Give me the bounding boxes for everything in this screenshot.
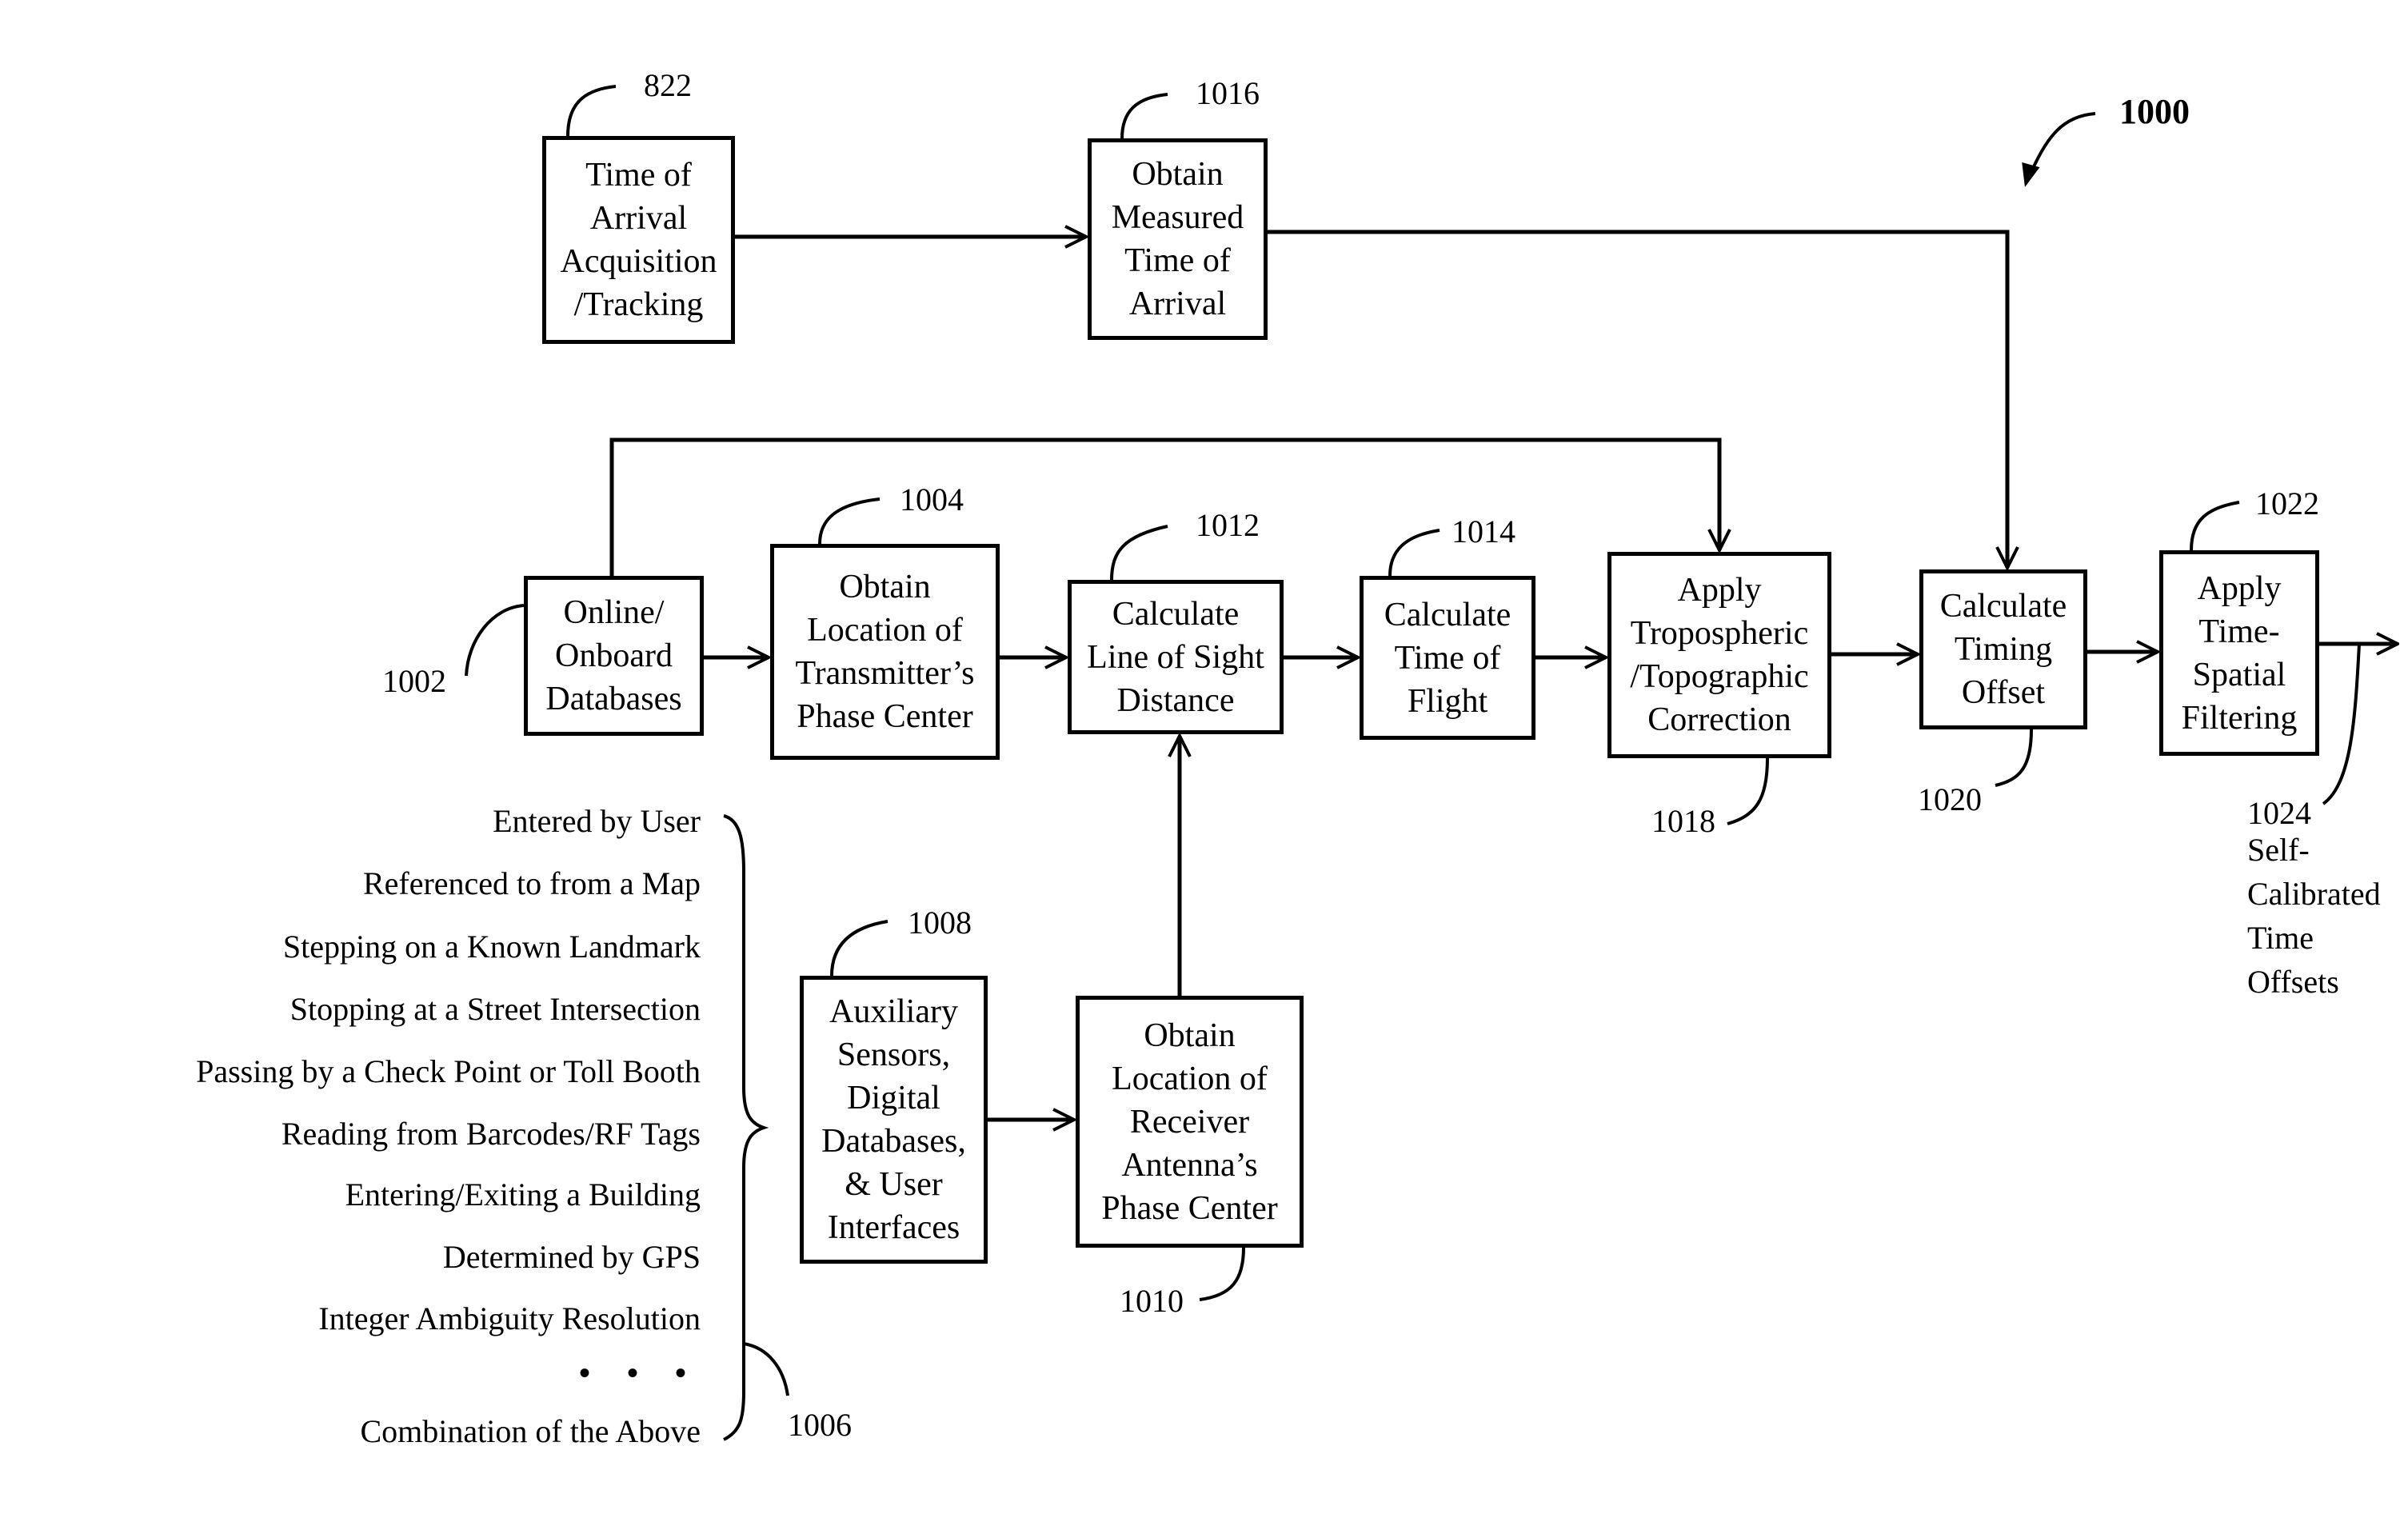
leader-1004 [818, 497, 881, 545]
box-toa-acquisition: Time of Arrival Acquisition /Tracking [542, 136, 735, 344]
box-receiver-location: Obtain Location of Receiver Antenna’s Ph… [1076, 996, 1304, 1248]
box-label: Obtain Location of Receiver Antenna’s Ph… [1101, 1017, 1278, 1227]
leader-1012 [1110, 525, 1168, 581]
leader-1018 [1727, 757, 1769, 825]
leader-1014 [1388, 529, 1440, 577]
output-label: Self- Calibrated Time Offsets [2247, 832, 2381, 1000]
box-time-spatial-filter: Apply Time- Spatial Filtering [2159, 550, 2319, 756]
ref-1016: 1016 [1196, 75, 1260, 111]
leader-1008 [830, 920, 889, 977]
box-label: Time of Arrival Acquisition /Tracking [560, 157, 717, 323]
box-label: Auxiliary Sensors, Digital Databases, & … [821, 993, 966, 1246]
ref-1024: 1024 [2247, 795, 2311, 831]
list-item: Determined by GPS [442, 1239, 701, 1275]
ref-1002: 1002 [382, 663, 446, 699]
brace-1006 [723, 814, 769, 1441]
leader-822 [566, 85, 617, 137]
arrow-measured-to-timing-offset [1268, 230, 2007, 568]
leader-1010 [1199, 1247, 1245, 1301]
ref-822: 822 [644, 67, 692, 103]
leader-1002 [465, 604, 525, 677]
box-auxiliary-sensors: Auxiliary Sensors, Digital Databases, & … [800, 976, 988, 1264]
list-ellipsis: • • • [578, 1355, 701, 1391]
box-label: Calculate Time of Flight [1384, 596, 1511, 720]
box-label: Apply Time- Spatial Filtering [2181, 569, 2298, 737]
box-label: Obtain Measured Time of Arrival [1111, 156, 1244, 322]
figure-pointer-1000 [2030, 112, 2096, 173]
list-item: Reading from Barcodes/RF Tags [281, 1116, 701, 1152]
leader-1006 [743, 1342, 789, 1396]
ref-1010: 1010 [1120, 1283, 1184, 1319]
box-label: Calculate Line of Sight Distance [1087, 595, 1264, 719]
figure-pointer-arrowhead [2022, 162, 2040, 187]
list-item: Entering/Exiting a Building [345, 1176, 701, 1212]
box-transmitter-location: Obtain Location of Transmitter’s Phase C… [770, 544, 1000, 760]
leader-1016 [1120, 93, 1168, 139]
box-tropo-correction: Apply Tropospheric /Topographic Correcti… [1607, 552, 1831, 758]
list-item: Stopping at a Street Intersection [290, 991, 701, 1027]
list-item: Integer Ambiguity Resolution [318, 1300, 701, 1336]
ref-1018: 1018 [1651, 803, 1715, 839]
leader-1022 [2190, 501, 2240, 551]
box-timing-offset: Calculate Timing Offset [1919, 569, 2087, 729]
list-item-last: Combination of the Above [360, 1413, 701, 1449]
list-item: Entered by User [493, 803, 701, 839]
box-label: Calculate Timing Offset [1939, 588, 2067, 711]
box-databases: Online/ Onboard Databases [524, 576, 704, 736]
box-label: Apply Tropospheric /Topographic Correcti… [1630, 572, 1809, 738]
list-item: Passing by a Check Point or Toll Booth [196, 1053, 701, 1089]
box-line-of-sight: Calculate Line of Sight Distance [1068, 580, 1284, 734]
ref-1008: 1008 [908, 905, 972, 941]
leader-1020 [1995, 729, 2033, 787]
ref-1006: 1006 [788, 1407, 852, 1443]
figure-number: 1000 [2119, 92, 2190, 131]
list-item: Stepping on a Known Landmark [282, 929, 701, 965]
list-item: Referenced to from a Map [362, 865, 701, 901]
ref-1004: 1004 [900, 481, 964, 517]
ref-1014: 1014 [1452, 513, 1515, 549]
box-time-of-flight: Calculate Time of Flight [1360, 576, 1535, 740]
ref-1022: 1022 [2255, 485, 2319, 521]
ref-1012: 1012 [1196, 507, 1260, 543]
box-label: Obtain Location of Transmitter’s Phase C… [795, 569, 975, 735]
box-measured-toa: Obtain Measured Time of Arrival [1088, 138, 1268, 340]
box-label: Online/ Onboard Databases [545, 594, 682, 717]
leader-1024 [2322, 643, 2361, 805]
ref-1020: 1020 [1918, 781, 1982, 817]
